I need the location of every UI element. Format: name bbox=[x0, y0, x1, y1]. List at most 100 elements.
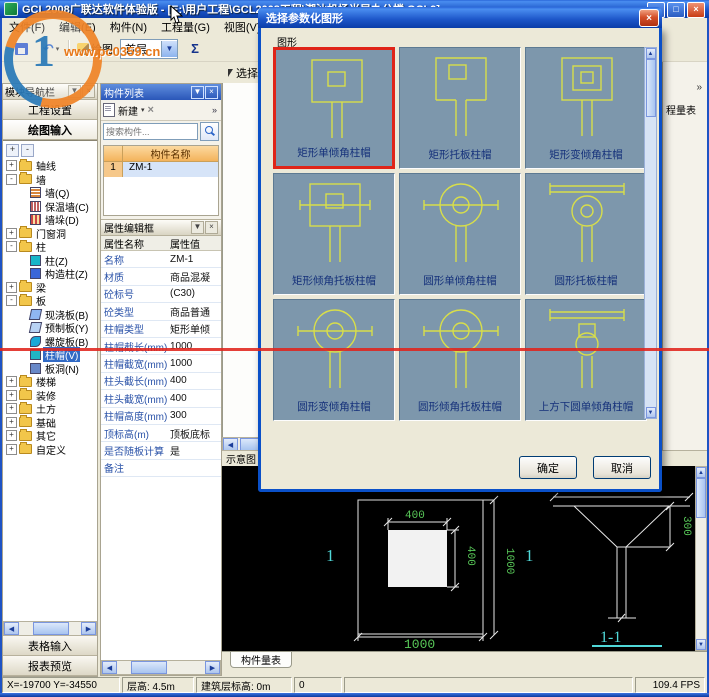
dialog-close-button[interactable]: × bbox=[639, 9, 659, 27]
search-icon[interactable] bbox=[200, 122, 219, 141]
expand-icon[interactable]: + bbox=[6, 430, 17, 441]
schematic-view[interactable]: 400 400 1000 1000 300 1 1 1-1 bbox=[222, 466, 695, 651]
tree-item[interactable]: +自定义 bbox=[3, 443, 97, 457]
shape-tile[interactable]: 圆形变倾角柱帽 bbox=[273, 299, 395, 421]
shape-tile[interactable]: 圆形单倾角柱帽 bbox=[399, 173, 521, 295]
close-icon[interactable]: × bbox=[205, 86, 218, 99]
tree-item[interactable]: +梁 bbox=[3, 281, 97, 295]
scroll-right-icon[interactable]: ▶ bbox=[205, 661, 220, 674]
scroll-right-icon[interactable]: ▶ bbox=[81, 622, 96, 635]
property-row[interactable]: 柱帽高度(mm)300 bbox=[101, 408, 221, 425]
shape-tile[interactable]: 矩形托板柱帽 bbox=[399, 47, 521, 169]
expand-icon[interactable]: + bbox=[6, 228, 17, 239]
property-row[interactable]: 柱帽截长(mm)1000 bbox=[101, 338, 221, 355]
select-tool-button[interactable]: 选择 bbox=[224, 64, 262, 81]
pin-icon[interactable]: ▼ bbox=[191, 221, 204, 234]
drawing-canvas[interactable] bbox=[222, 83, 263, 437]
property-value[interactable]: 顶板底标 bbox=[168, 426, 221, 441]
property-row[interactable]: 柱帽截宽(mm)1000 bbox=[101, 355, 221, 372]
shape-tile[interactable]: 圆形倾角托板柱帽 bbox=[399, 299, 521, 421]
tree-item[interactable]: -板 bbox=[3, 294, 97, 308]
tree-hscrollbar[interactable]: ◀ ▶ bbox=[3, 621, 97, 636]
tree-item[interactable]: +轴线 bbox=[3, 159, 97, 173]
tree-item[interactable]: 墙(Q) bbox=[3, 186, 97, 200]
tree-item[interactable]: +基础 bbox=[3, 416, 97, 430]
tree-item[interactable]: +装修 bbox=[3, 389, 97, 403]
scroll-down-icon[interactable]: ▼ bbox=[696, 639, 706, 650]
collapse-icon[interactable]: - bbox=[6, 241, 17, 252]
property-value[interactable]: ZM-1 bbox=[168, 254, 221, 265]
tree-item[interactable]: 保温墙(C) bbox=[3, 200, 97, 214]
tree-item[interactable]: -墙 bbox=[3, 173, 97, 187]
tree-item[interactable]: 柱(Z) bbox=[3, 254, 97, 268]
search-input[interactable] bbox=[103, 123, 198, 140]
property-row[interactable]: 是否随板计算是 bbox=[101, 442, 221, 459]
scroll-up-icon[interactable]: ▲ bbox=[646, 48, 656, 59]
scroll-down-icon[interactable]: ▼ bbox=[646, 407, 656, 418]
shape-tile[interactable]: 圆形托板柱帽 bbox=[525, 173, 647, 295]
property-row[interactable]: 柱头截长(mm)400 bbox=[101, 373, 221, 390]
tree-item[interactable]: 现浇板(B) bbox=[3, 308, 97, 322]
pin-icon[interactable]: ▼ bbox=[191, 86, 204, 99]
dialog-scrollbar[interactable]: ▲ ▼ bbox=[644, 47, 657, 419]
scrollbar-thumb[interactable] bbox=[131, 661, 167, 674]
maximize-button[interactable]: □ bbox=[667, 2, 685, 18]
tree-item[interactable]: 构造柱(Z) bbox=[3, 267, 97, 281]
scrollbar-thumb[interactable] bbox=[33, 622, 69, 635]
scrollbar-thumb[interactable] bbox=[646, 59, 656, 117]
chevron-down-icon[interactable]: ▾ bbox=[141, 106, 145, 114]
tab-component-quantity[interactable]: 构件量表 bbox=[230, 652, 292, 668]
collapse-icon[interactable]: - bbox=[6, 295, 17, 306]
property-row[interactable]: 柱帽类型矩形单倾 bbox=[101, 321, 221, 338]
new-component-button[interactable]: 新建 bbox=[118, 103, 138, 118]
property-row[interactable]: 砼标号(C30) bbox=[101, 286, 221, 303]
expand-icon[interactable]: + bbox=[6, 444, 17, 455]
collapse-icon[interactable]: - bbox=[6, 174, 17, 185]
property-value[interactable]: 矩形单倾 bbox=[168, 321, 221, 336]
scroll-up-icon[interactable]: ▲ bbox=[696, 467, 706, 478]
expand-icon[interactable]: + bbox=[6, 282, 17, 293]
overflow-chevron-icon[interactable]: » bbox=[212, 105, 219, 115]
close-icon[interactable]: × bbox=[205, 221, 218, 234]
property-row[interactable]: 顶标高(m)顶板底标 bbox=[101, 425, 221, 442]
summary-calc-button[interactable]: Σ bbox=[182, 38, 208, 60]
report-preview-button[interactable]: 报表预览 bbox=[3, 656, 97, 676]
scrollbar-thumb[interactable] bbox=[696, 478, 706, 518]
property-row[interactable]: 砼类型商品普通 bbox=[101, 303, 221, 320]
tree-item[interactable]: 板洞(N) bbox=[3, 362, 97, 376]
tree-item[interactable]: +楼梯 bbox=[3, 375, 97, 389]
tree-item[interactable]: 墙垛(D) bbox=[3, 213, 97, 227]
property-hscrollbar[interactable]: ◀ ▶ bbox=[101, 660, 221, 675]
draw-input-button[interactable]: 绘图输入 bbox=[3, 120, 97, 140]
property-value[interactable]: 是 bbox=[168, 443, 221, 458]
overflow-chevron-icon[interactable]: » bbox=[696, 82, 702, 93]
property-row[interactable]: 材质商品混凝 bbox=[101, 268, 221, 285]
property-row[interactable]: 备注 bbox=[101, 460, 221, 477]
property-value[interactable]: 400 bbox=[168, 375, 221, 386]
property-row[interactable]: 柱头截宽(mm)400 bbox=[101, 390, 221, 407]
tree-item[interactable]: +土方 bbox=[3, 402, 97, 416]
schematic-vscrollbar[interactable]: ▲ ▼ bbox=[695, 466, 707, 651]
tree-item[interactable]: +门窗洞 bbox=[3, 227, 97, 241]
property-value[interactable]: (C30) bbox=[168, 288, 221, 299]
tree-item[interactable]: 螺旋板(B) bbox=[3, 335, 97, 349]
shape-tile[interactable]: 矩形单倾角柱帽 bbox=[273, 47, 395, 169]
scroll-left-icon[interactable]: ◀ bbox=[102, 661, 117, 674]
expand-icon[interactable]: + bbox=[6, 403, 17, 414]
menu-item[interactable]: 构件(N) bbox=[103, 17, 154, 37]
shape-tile[interactable]: 矩形倾角托板柱帽 bbox=[273, 173, 395, 295]
property-value[interactable]: 300 bbox=[168, 410, 221, 421]
expand-icon[interactable]: + bbox=[6, 160, 17, 171]
property-value[interactable]: 商品混凝 bbox=[168, 269, 221, 284]
table-input-button[interactable]: 表格输入 bbox=[3, 636, 97, 656]
tree-item[interactable]: -柱 bbox=[3, 240, 97, 254]
table-row[interactable]: 1 ZM-1 bbox=[104, 162, 218, 177]
scroll-left-icon[interactable]: ◀ bbox=[4, 622, 19, 635]
expand-all-button[interactable]: + bbox=[6, 144, 19, 157]
close-button[interactable]: × bbox=[687, 2, 705, 18]
expand-icon[interactable]: + bbox=[6, 390, 17, 401]
property-value[interactable]: 1000 bbox=[168, 358, 221, 369]
delete-component-button[interactable]: × bbox=[148, 104, 154, 116]
property-value[interactable]: 400 bbox=[168, 393, 221, 404]
chevron-down-icon[interactable]: ▼ bbox=[161, 41, 177, 57]
